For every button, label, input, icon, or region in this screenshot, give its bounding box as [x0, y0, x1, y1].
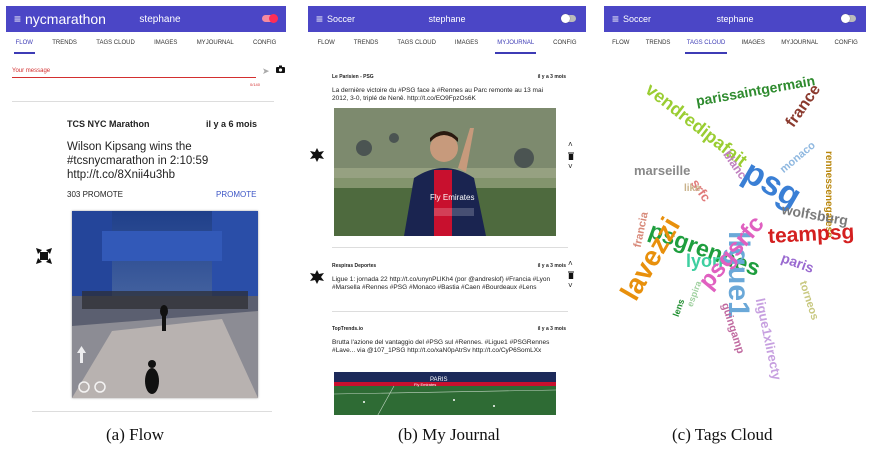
toggle-knob: [841, 14, 850, 23]
player-photo: Fly Emirates: [334, 108, 556, 236]
post-text: Wilson Kipsang wins the #tcsnycmarathon …: [67, 141, 209, 181]
tab-config[interactable]: CONFIG: [251, 32, 278, 54]
tab-flow[interactable]: FLOW: [610, 32, 631, 54]
camera-icon[interactable]: [276, 65, 285, 75]
tab-config[interactable]: CONFIG: [551, 32, 578, 54]
tag-word[interactable]: lavezzi: [614, 212, 686, 306]
tag-word[interactable]: monaco: [778, 139, 818, 175]
tab-myjournal[interactable]: MYJOURNAL: [495, 32, 537, 54]
stadium-photo: PARIS Fly Emirates: [334, 372, 556, 415]
menu-icon[interactable]: ≡: [14, 12, 21, 26]
post-text: Ligue 1: jornada 22 http://t.co/unynPLlK…: [332, 276, 551, 291]
live-toggle[interactable]: [561, 14, 576, 23]
app-title: Soccer: [623, 14, 652, 24]
tab-bar: FLOW TRENDS TAGS CLOUD IMAGES MYJOURNAL …: [6, 32, 286, 54]
tag-word[interactable]: torneos: [797, 279, 821, 321]
divider: [32, 411, 272, 412]
live-toggle[interactable]: [841, 14, 856, 23]
tab-flow[interactable]: FLOW: [13, 32, 35, 54]
caption-journal: (b) My Journal: [398, 425, 500, 444]
tag-word[interactable]: like: [684, 184, 701, 194]
tab-config[interactable]: CONFIG: [832, 32, 859, 54]
tab-trends[interactable]: TRENDS: [352, 32, 381, 54]
tab-tags-cloud[interactable]: TAGS CLOUD: [94, 32, 137, 54]
tag-word[interactable]: paris: [779, 249, 816, 275]
trash-icon[interactable]: [568, 271, 574, 281]
tag-word[interactable]: marseille: [634, 164, 690, 177]
tab-trends[interactable]: TRENDS: [644, 32, 673, 54]
chevron-up-icon[interactable]: ˄: [568, 259, 573, 268]
tab-bar: FLOW TRENDS TAGS CLOUD IMAGES MYJOURNAL …: [308, 32, 586, 54]
app-title: Soccer: [327, 14, 356, 24]
post-time: il y a 3 mois: [537, 74, 566, 80]
divider: [12, 101, 274, 102]
compress-arrows-icon[interactable]: [34, 246, 54, 266]
post-text: La dernière victoire du #PSG face à #Ren…: [332, 87, 544, 102]
tag-word[interactable]: lens: [671, 298, 687, 318]
flow-panel: ≡ nycmarathon stephane FLOW TRENDS TAGS …: [6, 6, 286, 415]
app-bar: ≡ Soccer stephane: [604, 6, 866, 32]
trash-icon[interactable]: [568, 152, 574, 162]
tags-cloud-panel: ≡ Soccer stephane FLOW TRENDS TAGS CLOUD…: [604, 6, 866, 415]
user-name: stephane: [428, 14, 466, 24]
toggle-knob: [561, 14, 570, 23]
post-time: il y a 3 mois: [537, 263, 566, 269]
post-author[interactable]: TCS NYC Marathon: [67, 119, 150, 129]
post-author[interactable]: Respiras Deportes: [332, 263, 376, 269]
tab-tags-cloud[interactable]: TAGS CLOUD: [684, 32, 728, 54]
tag-word[interactable]: espira: [685, 280, 703, 308]
send-icon[interactable]: ➤: [262, 66, 270, 77]
journal-panel: ≡ Soccer stephane FLOW TRENDS TAGS CLOUD…: [308, 6, 586, 415]
app-title: nycmarathon: [25, 11, 106, 27]
post-author[interactable]: Le Parisien - PSG: [332, 74, 374, 80]
app-bar: ≡ Soccer stephane: [308, 6, 586, 32]
promote-button[interactable]: PROMOTE: [216, 190, 256, 199]
journal-post: Le Parisien - PSG il y a 3 mois La derni…: [332, 74, 576, 244]
app-bar: ≡ nycmarathon stephane: [6, 6, 286, 32]
chevron-down-icon[interactable]: ˅: [568, 162, 573, 171]
leaf-icon[interactable]: [310, 270, 324, 284]
tab-images[interactable]: IMAGES: [740, 32, 767, 54]
stadium-ad: Fly Emirates: [414, 382, 436, 387]
live-toggle[interactable]: [262, 14, 278, 23]
tag-word[interactable]: teampsg: [767, 220, 854, 247]
menu-icon[interactable]: ≡: [612, 12, 619, 26]
tab-myjournal[interactable]: MYJOURNAL: [779, 32, 820, 54]
toggle-knob: [269, 14, 278, 23]
marathon-photo: [72, 211, 258, 398]
journal-post: Respiras Deportes il y a 3 mois Ligue 1:…: [332, 259, 576, 313]
tag-word[interactable]: ligue1xlirecty: [753, 297, 785, 381]
tab-bar: FLOW TRENDS TAGS CLOUD IMAGES MYJOURNAL …: [604, 32, 866, 54]
tag-cloud: parissaintgermain vendredipafait france ren…: [604, 54, 866, 415]
post-time: il y a 6 mois: [206, 119, 258, 129]
tab-trends[interactable]: TRENDS: [50, 32, 79, 54]
caption-tags-cloud: (c) Tags Cloud: [672, 425, 773, 444]
message-underline: [12, 77, 256, 78]
chevron-down-icon[interactable]: ˅: [568, 281, 573, 290]
user-name: stephane: [716, 14, 754, 24]
message-composer: Your message 0/140 ➤: [12, 65, 285, 87]
tab-flow[interactable]: FLOW: [315, 32, 336, 54]
promote-count: 303 PROMOTE: [67, 190, 124, 199]
tab-tags-cloud[interactable]: TAGS CLOUD: [395, 32, 438, 54]
post-text: Brutta l'azione del vantaggio del #PSG s…: [332, 339, 550, 354]
tab-images[interactable]: IMAGES: [152, 32, 179, 54]
tab-images[interactable]: IMAGES: [453, 32, 480, 54]
jersey-sponsor: Fly Emirates: [430, 193, 474, 202]
menu-icon[interactable]: ≡: [316, 12, 323, 26]
chevron-up-icon[interactable]: ˄: [568, 140, 573, 149]
post-author[interactable]: TopTrends.io: [332, 326, 363, 332]
post-time: il y a 3 mois: [537, 326, 566, 332]
caption-flow: (a) Flow: [106, 425, 165, 444]
tab-myjournal[interactable]: MYJOURNAL: [195, 32, 236, 54]
divider: [332, 311, 568, 312]
journal-post: TopTrends.io il y a 3 mois Brutta l'azio…: [332, 326, 576, 415]
user-name: stephane: [139, 13, 181, 25]
divider: [332, 247, 568, 248]
message-input[interactable]: Your message: [12, 68, 272, 74]
char-counter: 0/140: [249, 82, 260, 87]
leaf-icon[interactable]: [310, 148, 324, 162]
